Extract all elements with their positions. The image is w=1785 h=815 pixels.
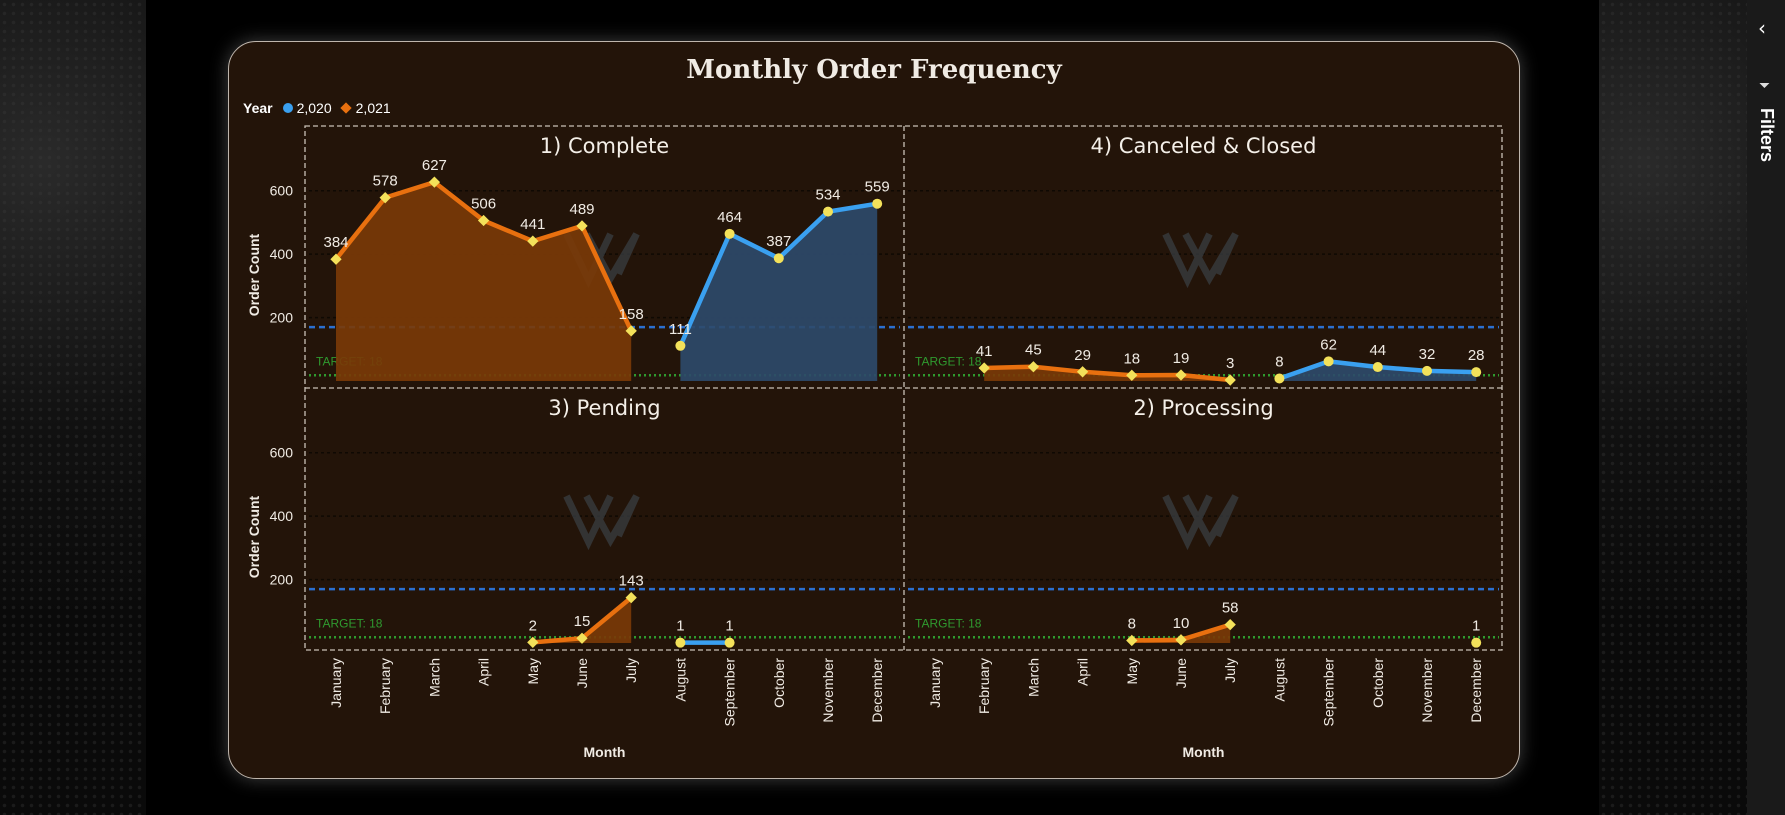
left-background — [0, 0, 146, 815]
legend: Year 2,020 2,021 — [243, 100, 391, 116]
chart-card — [228, 41, 1520, 779]
legend-title: Year — [243, 100, 273, 116]
right-background — [1599, 0, 1747, 815]
filters-label[interactable]: Filters — [1756, 108, 1777, 162]
legend-item-2020[interactable]: 2,020 — [297, 100, 332, 116]
filter-funnel-icon[interactable]: ⏷ — [1759, 78, 1770, 94]
collapse-chevron-icon[interactable]: ‹ — [1758, 16, 1766, 40]
legend-marker-2021 — [339, 102, 352, 114]
legend-item-2021[interactable]: 2,021 — [356, 100, 391, 116]
legend-marker-2020 — [282, 103, 293, 113]
